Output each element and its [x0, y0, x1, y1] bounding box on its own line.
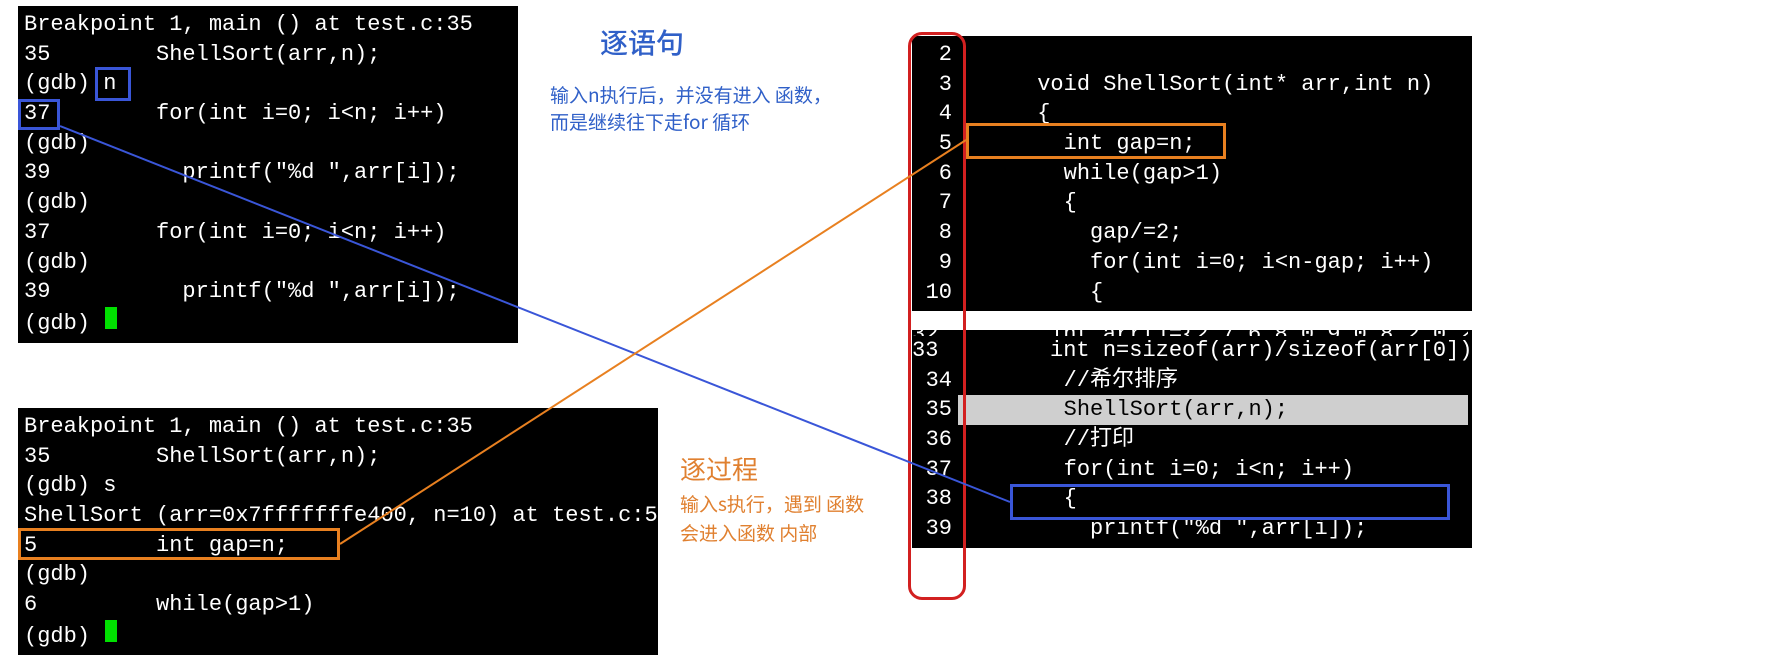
line-number: 33: [912, 336, 944, 366]
line-number: 6: [912, 159, 958, 189]
code-text: gap/=2;: [958, 218, 1468, 248]
code-text: void ShellSort(int* arr,int n): [958, 70, 1468, 100]
line-number: 4: [912, 99, 958, 129]
code-text: int gap=n;: [958, 129, 1468, 159]
annotation-step-over-note: 输入n执行后，并没有进入 函数，而是继续往下走for 循环: [550, 82, 840, 135]
code-text: {: [958, 278, 1468, 308]
code-listing-main: 32 int arr[]={2,7,6,8,0,9,0,8,2,0,2};33 …: [912, 330, 1472, 548]
terminal-line: (gdb): [24, 129, 512, 159]
line-number: 7: [912, 188, 958, 218]
code-text: int arr[]={2,7,6,8,0,9,0,8,2,0,2};: [944, 320, 1468, 336]
code-line: 9 for(int i=0; i<n-gap; i++): [912, 248, 1468, 278]
terminal-line: 35 ShellSort(arr,n);: [24, 442, 652, 472]
annotation-step-over-title: 逐语句: [600, 22, 684, 62]
terminal-line: (gdb): [24, 620, 652, 652]
terminal-step-over: Breakpoint 1, main () at test.c:3535 She…: [18, 6, 518, 343]
line-number: 10: [912, 278, 958, 308]
code-text: int n=sizeof(arr)/sizeof(arr[0]);: [944, 336, 1485, 366]
code-line: 2: [912, 40, 1468, 70]
code-text: [958, 40, 1468, 70]
terminal-line: 37 for(int i=0; i<n; i++): [24, 218, 512, 248]
code-line: 10 {: [912, 278, 1468, 308]
code-text: printf("%d ",arr[i]);: [958, 514, 1468, 544]
code-text: while(gap>1): [958, 159, 1468, 189]
terminal-line: (gdb) s: [24, 471, 652, 501]
code-line: 32 int arr[]={2,7,6,8,0,9,0,8,2,0,2};: [912, 320, 1468, 336]
code-line: 39 printf("%d ",arr[i]);: [912, 514, 1468, 544]
terminal-line: ShellSort (arr=0x7fffffffe400, n=10) at …: [24, 501, 652, 531]
line-number: 3: [912, 70, 958, 100]
line-number: 37: [912, 455, 958, 485]
line-number: 2: [912, 40, 958, 70]
terminal-line: (gdb): [24, 307, 512, 339]
code-line: 35 ShellSort(arr,n);: [912, 395, 1468, 425]
code-text: for(int i=0; i<n; i++): [958, 455, 1468, 485]
terminal-line: Breakpoint 1, main () at test.c:35: [24, 10, 512, 40]
code-text: {: [958, 484, 1468, 514]
code-line: 36 //打印: [912, 425, 1468, 455]
annotation-step-into-title: 逐过程: [680, 450, 758, 487]
terminal-line: 39 printf("%d ",arr[i]);: [24, 277, 512, 307]
code-text: ShellSort(arr,n);: [958, 395, 1468, 425]
code-line: 37 for(int i=0; i<n; i++): [912, 455, 1468, 485]
code-line: 38 {: [912, 484, 1468, 514]
line-number: 39: [912, 514, 958, 544]
code-line: 8 gap/=2;: [912, 218, 1468, 248]
code-text: {: [958, 188, 1468, 218]
annotation-step-into-note: 输入s执行，遇到 函数会进入函数 内部: [680, 490, 880, 547]
code-line: 33 int n=sizeof(arr)/sizeof(arr[0]);: [912, 336, 1468, 366]
line-number: 34: [912, 366, 958, 396]
line-number: 8: [912, 218, 958, 248]
line-number: 36: [912, 425, 958, 455]
code-line: 7 {: [912, 188, 1468, 218]
terminal-step-into: Breakpoint 1, main () at test.c:3535 She…: [18, 408, 658, 655]
terminal-line: 6 while(gap>1): [24, 590, 652, 620]
terminal-line: 35 ShellSort(arr,n);: [24, 40, 512, 70]
line-number: 32: [912, 320, 944, 336]
terminal-line: Breakpoint 1, main () at test.c:35: [24, 412, 652, 442]
terminal-line: (gdb): [24, 188, 512, 218]
terminal-line: (gdb): [24, 248, 512, 278]
code-text: //希尔排序: [958, 366, 1468, 396]
code-line: 4 {: [912, 99, 1468, 129]
code-text: {: [958, 99, 1468, 129]
code-text: //打印: [958, 425, 1468, 455]
code-line: 3 void ShellSort(int* arr,int n): [912, 70, 1468, 100]
terminal-line: 39 printf("%d ",arr[i]);: [24, 158, 512, 188]
terminal-line: (gdb): [24, 560, 652, 590]
cursor-icon: [105, 620, 117, 642]
cursor-icon: [105, 307, 117, 329]
code-listing-shellsort: 23 void ShellSort(int* arr,int n)4 {5 in…: [912, 36, 1472, 311]
code-line: 6 while(gap>1): [912, 159, 1468, 189]
code-text: for(int i=0; i<n-gap; i++): [958, 248, 1468, 278]
terminal-line: 37 for(int i=0; i<n; i++): [24, 99, 512, 129]
line-number: 9: [912, 248, 958, 278]
code-line: 34 //希尔排序: [912, 366, 1468, 396]
line-number: 35: [912, 395, 958, 425]
line-number: 5: [912, 129, 958, 159]
terminal-line: (gdb) n: [24, 69, 512, 99]
terminal-line: 5 int gap=n;: [24, 531, 652, 561]
code-line: 5 int gap=n;: [912, 129, 1468, 159]
line-number: 38: [912, 484, 958, 514]
